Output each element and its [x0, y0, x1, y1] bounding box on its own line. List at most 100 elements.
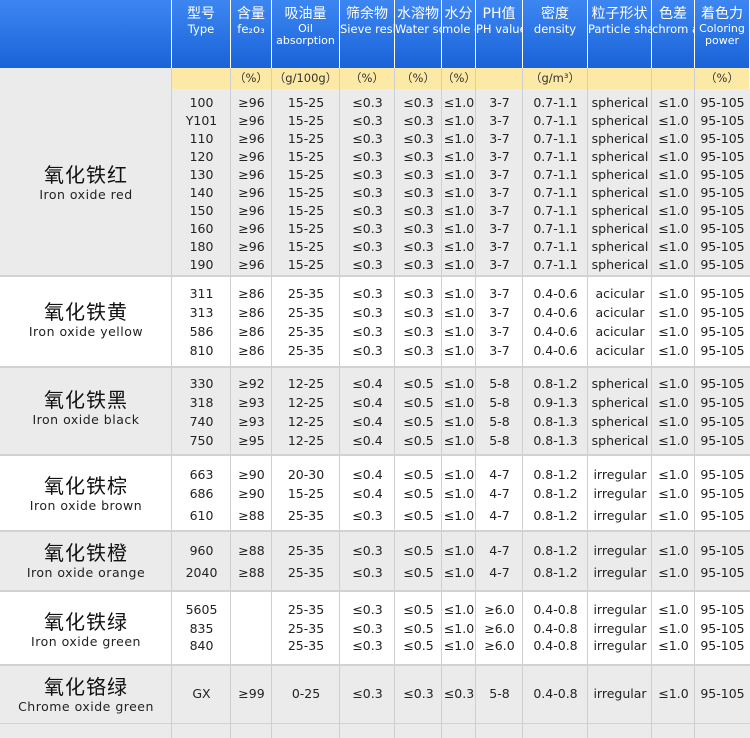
cell-coloring: 95-105 [700, 486, 745, 501]
cell-water: ≤0.3 [403, 203, 434, 218]
cell-coloring: 95-105 [700, 508, 745, 523]
header-type-en: Type [187, 22, 215, 36]
cell-sieve: ≤0.3 [352, 602, 383, 617]
cell-shape: spherical [591, 167, 649, 182]
cell-coloring: 95-105 [700, 203, 745, 218]
cell-type: 2040 [185, 565, 218, 580]
cell-sieve: ≤0.3 [352, 221, 383, 236]
cell-density: 0.8-1.3 [533, 433, 578, 448]
cell-coloring: 95-105 [700, 305, 745, 320]
cell-ph: ≥6.0 [484, 602, 515, 617]
cell-type: 5605 [185, 602, 218, 617]
cell-content: ≥88 [238, 543, 265, 558]
cell-type: 313 [189, 305, 214, 320]
cell-oil: 15-25 [287, 131, 325, 146]
cell-shape: irregular [593, 565, 647, 580]
cell-ph: 3-7 [489, 185, 510, 200]
header-shape-zh: 粒子形状 [591, 6, 648, 22]
cell-water: ≤0.5 [403, 543, 434, 558]
cell-chroma: ≤1.0 [658, 167, 689, 182]
cell-shape: spherical [591, 203, 649, 218]
cell-oil: 12-25 [287, 414, 325, 429]
cell-type: 311 [189, 286, 214, 301]
cell-oil: 25-35 [287, 343, 325, 358]
cell-type: 960 [189, 543, 214, 558]
header-water-zh: 水溶物 [397, 6, 439, 22]
header-density: 密度 density [523, 0, 588, 68]
cell-chroma: ≤1.0 [658, 543, 689, 558]
cell-sieve: ≤0.3 [352, 638, 383, 653]
cell-oil: 25-35 [287, 602, 325, 617]
cell-ph: 3-7 [489, 131, 510, 146]
cell-density: 0.7-1.1 [533, 257, 578, 272]
header-moisture-zh: 水分 [444, 6, 473, 22]
cell-oil: 25-35 [287, 305, 325, 320]
cell-coloring: 95-105 [700, 113, 745, 128]
unit-type [172, 68, 231, 89]
cell-sieve: ≤0.3 [352, 95, 383, 110]
unit-coloring: （%） [695, 68, 750, 89]
cell-moisture: ≤1.0 [443, 621, 475, 636]
cell-sieve: ≤0.4 [352, 433, 383, 448]
cell-content: ≥86 [238, 343, 265, 358]
cell-ph: 5-8 [489, 414, 510, 429]
cell-sieve: ≤0.3 [352, 203, 383, 218]
cell-sieve: ≤0.4 [352, 486, 383, 501]
cell-coloring: 95-105 [700, 149, 745, 164]
header-coloring-zh: 着色力 [701, 6, 743, 22]
cell-coloring: 95-105 [700, 638, 745, 653]
cell-moisture: ≤1.0 [443, 257, 475, 272]
cell-water: ≤0.3 [403, 239, 434, 254]
cell-water: ≤0.5 [403, 433, 434, 448]
cell-density: 0.7-1.1 [533, 167, 578, 182]
cell-oil: 15-25 [287, 486, 325, 501]
cell-density: 0.4-0.6 [533, 305, 578, 320]
cell-chroma: ≤1.0 [658, 257, 689, 272]
cell-type: 750 [189, 433, 214, 448]
cell-coloring: 95-105 [700, 467, 745, 482]
cell-sieve: ≤0.4 [352, 467, 383, 482]
cell-shape: irregular [593, 467, 647, 482]
cell-sieve: ≤0.3 [352, 257, 383, 272]
cell-ph: 4-7 [489, 543, 510, 558]
cell-type: 100 [189, 95, 214, 110]
cell-content: ≥88 [238, 565, 265, 580]
cell-chroma: ≤1.0 [658, 638, 689, 653]
cell-coloring: 95-105 [700, 239, 745, 254]
cell-content: ≥86 [238, 324, 265, 339]
unit-chroma [652, 68, 695, 89]
cell-water: ≤0.3 [403, 686, 434, 701]
cell-chroma: ≤1.0 [658, 467, 689, 482]
cell-ph: 4-7 [489, 467, 510, 482]
cell-chroma: ≤1.0 [658, 185, 689, 200]
cell-oil: 12-25 [287, 395, 325, 410]
cell-chroma: ≤1.0 [658, 565, 689, 580]
cell-chroma: ≤1.0 [658, 686, 689, 701]
cell-water: ≤0.5 [403, 602, 434, 617]
product-name-iron-oxide-red: 氧化铁红 Iron oxide red [0, 163, 172, 203]
cell-moisture: ≤1.0 [443, 508, 475, 523]
cell-moisture: ≤1.0 [443, 376, 475, 391]
cell-content [231, 620, 272, 638]
cell-moisture: ≤1.0 [443, 565, 475, 580]
cell-content: ≥96 [238, 203, 265, 218]
cell-coloring: 95-105 [700, 286, 745, 301]
cell-content: ≥93 [238, 414, 265, 429]
cell-moisture: ≤1.0 [443, 131, 475, 146]
cell-density: 0.7-1.1 [533, 131, 578, 146]
cell-content: ≥93 [238, 395, 265, 410]
cell-content: ≥99 [238, 686, 265, 701]
cell-shape: acicular [595, 286, 645, 301]
cell-density: 0.7-1.1 [533, 239, 578, 254]
cell-content: ≥90 [238, 467, 265, 482]
cell-chroma: ≤1.0 [658, 203, 689, 218]
header-oil: 吸油量 Oil absorption [272, 0, 340, 68]
cell-chroma: ≤1.0 [658, 621, 689, 636]
cell-moisture: ≤1.0 [443, 149, 475, 164]
cell-chroma: ≤1.0 [658, 486, 689, 501]
cell-moisture: ≤1.0 [443, 203, 475, 218]
cell-type: 110 [189, 131, 214, 146]
cell-type: 686 [189, 486, 214, 501]
cell-ph: 3-7 [489, 221, 510, 236]
cell-density: 0.4-0.8 [533, 686, 578, 701]
